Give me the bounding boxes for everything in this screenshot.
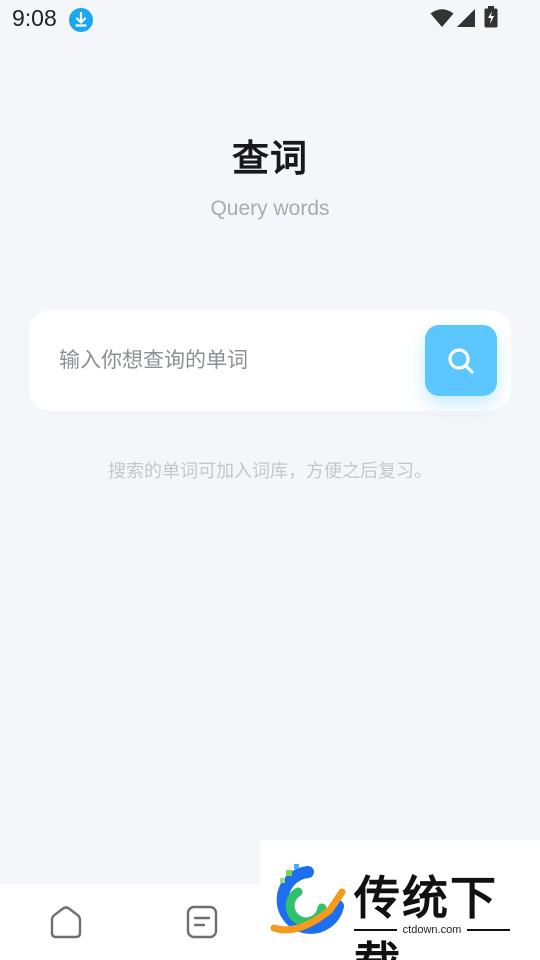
page-subtitle: Query words [210,197,330,220]
status-bar: 9:08 [0,0,540,40]
watermark: 传统下载 ctdown.com [260,840,540,960]
hint-text: 搜索的单词可加入词库，方便之后复习。 [108,461,432,482]
signal-icon [457,9,475,27]
download-icon [69,8,93,32]
battery-icon [484,6,498,28]
divider [354,929,397,931]
watermark-brand: 传统下载 [354,871,498,960]
divider [467,929,511,931]
search-button[interactable] [425,325,497,396]
page-title: 查词 [232,137,308,180]
status-time: 9:08 [12,5,57,31]
search-icon [448,347,474,374]
wifi-icon [430,9,454,27]
notes-icon[interactable] [185,904,219,940]
ctdown-logo-icon [270,864,346,934]
search-input[interactable] [59,340,399,380]
home-icon[interactable] [48,904,84,940]
watermark-url-row: ctdown.com [354,922,511,938]
search-card [29,310,511,411]
watermark-url: ctdown.com [402,924,462,936]
